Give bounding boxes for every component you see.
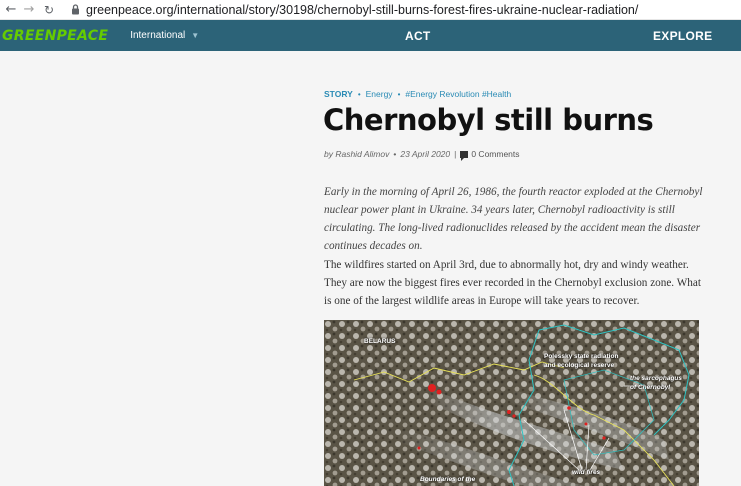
author-name[interactable]: by Rashid Alimov	[324, 149, 389, 159]
lock-icon[interactable]	[66, 1, 84, 19]
map-label-wild-fires: wild fires	[572, 469, 601, 476]
article-lede: Early in the morning of April 26, 1986, …	[324, 186, 703, 252]
address-bar[interactable]: greenpeace.org/international/story/30198…	[86, 3, 638, 17]
satellite-map-image: BELARUS Polessky state radiation and eco…	[324, 320, 699, 486]
tag-separator: •	[357, 90, 361, 99]
region-selector[interactable]: International ▼	[130, 30, 199, 41]
back-arrow-icon[interactable]: ←	[2, 1, 20, 19]
nav-explore-link[interactable]: EXPLORE	[653, 29, 712, 43]
tag-energy-revolution[interactable]: #Energy Revolution	[405, 89, 479, 99]
article-tags: STORY • Energy • #Energy Revolution #Health	[324, 89, 511, 99]
byline-separator: •	[393, 149, 397, 159]
article-title: Chernobyl still burns	[323, 103, 654, 137]
chevron-down-icon: ▼	[191, 31, 200, 40]
article-paragraph: The wildfires started on April 3rd, due …	[324, 259, 701, 307]
browser-toolbar: ← → ↻ greenpeace.org/international/story…	[0, 0, 741, 20]
byline-separator: |	[454, 149, 457, 159]
tag-story[interactable]: STORY	[324, 89, 353, 99]
tag-energy[interactable]: Energy	[366, 89, 393, 99]
tag-health[interactable]: #Health	[482, 89, 511, 99]
tag-separator: •	[397, 90, 401, 99]
region-label: International	[130, 30, 186, 41]
article-byline: by Rashid Alimov • 23 April 2020 | 0 Com…	[324, 149, 520, 161]
map-label-reserve: Polessky state radiation and ecological …	[544, 353, 619, 369]
site-header: GREENPEACE International ▼ ACT EXPLORE	[0, 20, 741, 51]
comment-icon	[460, 150, 469, 161]
map-label-belarus: BELARUS	[364, 338, 396, 345]
nav-act-link[interactable]: ACT	[405, 29, 431, 43]
publish-date: 23 April 2020	[400, 149, 451, 159]
reload-icon[interactable]: ↻	[40, 1, 58, 19]
forward-arrow-icon[interactable]: →	[20, 1, 38, 19]
comments-link[interactable]: 0 Comments	[471, 149, 519, 159]
map-label-sarcophagus: the sarcophagus of Chernobyl	[630, 375, 683, 391]
greenpeace-logo[interactable]: GREENPEACE	[2, 28, 108, 44]
map-label-boundaries: Boundaries of the	[420, 476, 476, 483]
